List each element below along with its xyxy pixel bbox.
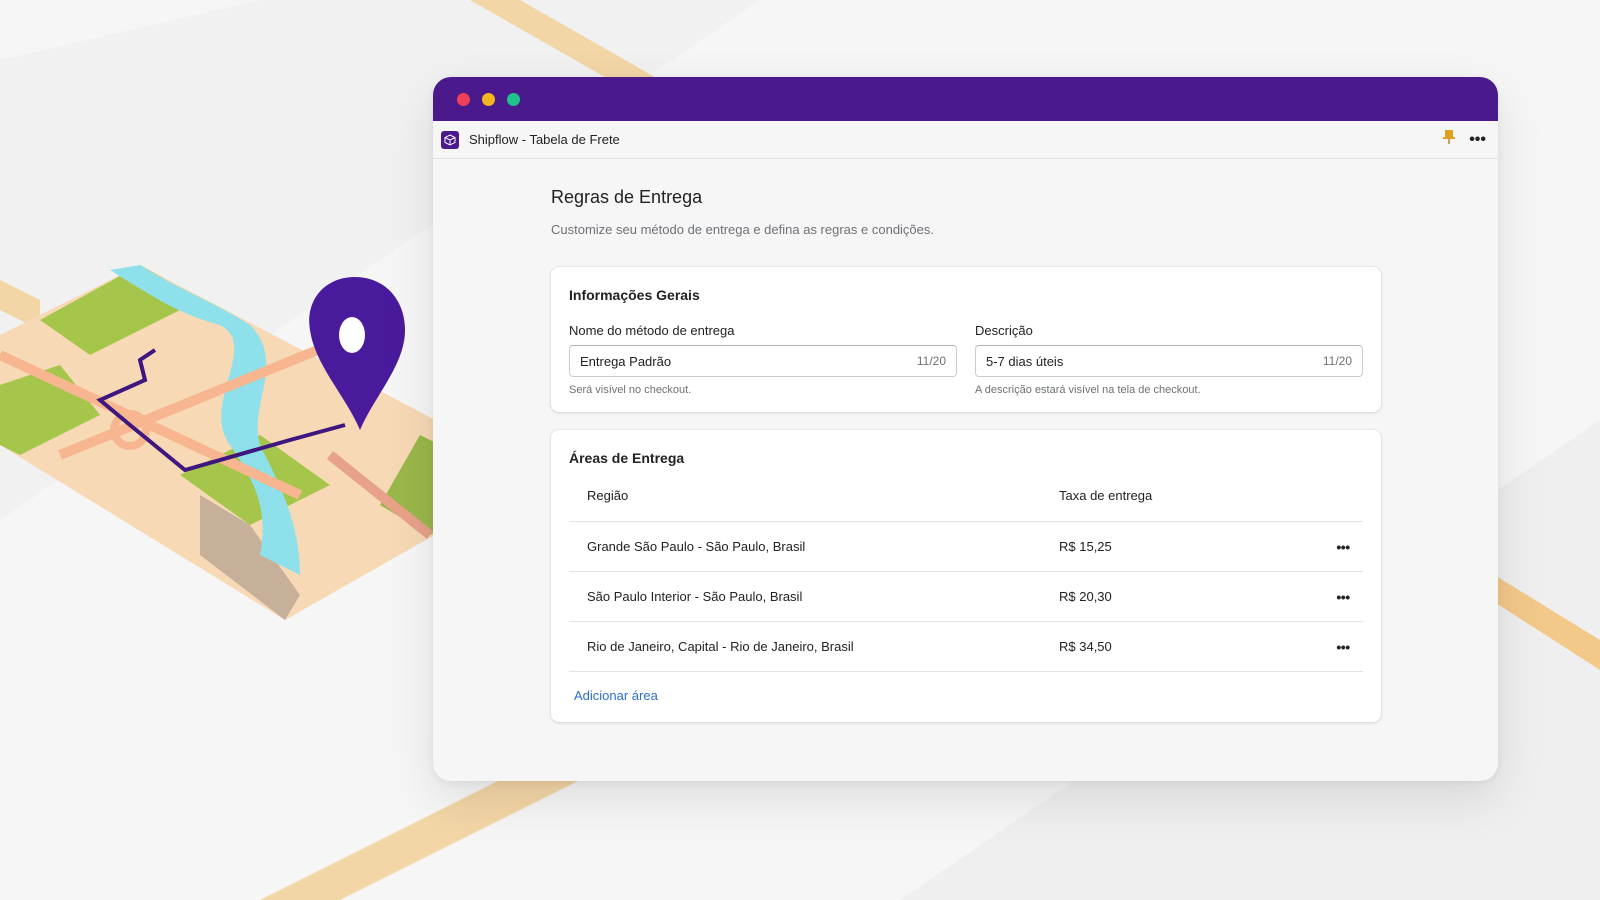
table-row[interactable]: Grande São Paulo - São Paulo, Brasil R$ … bbox=[569, 522, 1363, 572]
description-char-count: 11/20 bbox=[1322, 354, 1352, 368]
method-name-field: Nome do método de entrega Entrega Padrão… bbox=[569, 323, 957, 396]
description-help: A descrição estará visível na tela de ch… bbox=[975, 384, 1201, 396]
table-row[interactable]: Rio de Janeiro, Capital - Rio de Janeiro… bbox=[569, 622, 1363, 672]
add-area-link[interactable]: Adicionar área bbox=[574, 688, 658, 703]
more-options-button[interactable]: ••• bbox=[1469, 131, 1486, 148]
method-name-input[interactable]: Entrega Padrão 11/20 bbox=[569, 345, 957, 377]
row-more-button[interactable]: ••• bbox=[1323, 589, 1363, 605]
method-name-label: Nome do método de entrega bbox=[569, 323, 735, 338]
close-window-button[interactable] bbox=[457, 93, 470, 106]
row-more-button[interactable]: ••• bbox=[1323, 539, 1363, 555]
method-name-value: Entrega Padrão bbox=[580, 353, 672, 369]
window-titlebar bbox=[433, 77, 1498, 121]
maximize-window-button[interactable] bbox=[507, 93, 520, 106]
delivery-areas-title: Áreas de Entrega bbox=[569, 450, 685, 466]
minimize-window-button[interactable] bbox=[482, 93, 495, 106]
app-header: Shipflow - Tabela de Frete ••• bbox=[433, 121, 1498, 159]
general-info-title: Informações Gerais bbox=[569, 287, 700, 303]
general-info-card: Informações Gerais Nome do método de ent… bbox=[551, 267, 1381, 412]
row-fee: R$ 20,30 bbox=[1059, 589, 1112, 604]
row-fee: R$ 34,50 bbox=[1059, 639, 1112, 654]
method-name-help: Será visível no checkout. bbox=[569, 384, 692, 396]
description-field: Descrição 5-7 dias úteis 11/20 A descriç… bbox=[975, 323, 1363, 396]
column-header-fee: Taxa de entrega bbox=[1059, 488, 1153, 503]
column-header-region: Região bbox=[587, 488, 629, 503]
delivery-areas-card: Áreas de Entrega Região Taxa de entrega … bbox=[551, 430, 1381, 722]
row-region: Grande São Paulo - São Paulo, Brasil bbox=[587, 539, 806, 554]
table-row[interactable]: São Paulo Interior - São Paulo, Brasil R… bbox=[569, 572, 1363, 622]
method-name-char-count: 11/20 bbox=[916, 354, 946, 368]
table-header: Região Taxa de entrega bbox=[569, 470, 1363, 522]
pin-icon[interactable] bbox=[1443, 129, 1456, 150]
row-region: Rio de Janeiro, Capital - Rio de Janeiro… bbox=[587, 639, 854, 654]
row-fee: R$ 15,25 bbox=[1059, 539, 1112, 554]
description-input[interactable]: 5-7 dias úteis 11/20 bbox=[975, 345, 1363, 377]
page-title: Regras de Entrega bbox=[551, 187, 703, 207]
description-label: Descrição bbox=[975, 323, 1033, 338]
row-more-button[interactable]: ••• bbox=[1323, 639, 1363, 655]
page-subtitle: Customize seu método de entrega e defina… bbox=[551, 222, 935, 237]
box-icon bbox=[441, 130, 459, 149]
app-title: Shipflow - Tabela de Frete bbox=[469, 132, 620, 147]
app-window: Shipflow - Tabela de Frete ••• Regras de… bbox=[433, 77, 1498, 781]
row-region: São Paulo Interior - São Paulo, Brasil bbox=[587, 589, 803, 604]
main-content: Regras de Entrega Customize seu método d… bbox=[551, 159, 1381, 722]
description-value: 5-7 dias úteis bbox=[986, 353, 1064, 369]
